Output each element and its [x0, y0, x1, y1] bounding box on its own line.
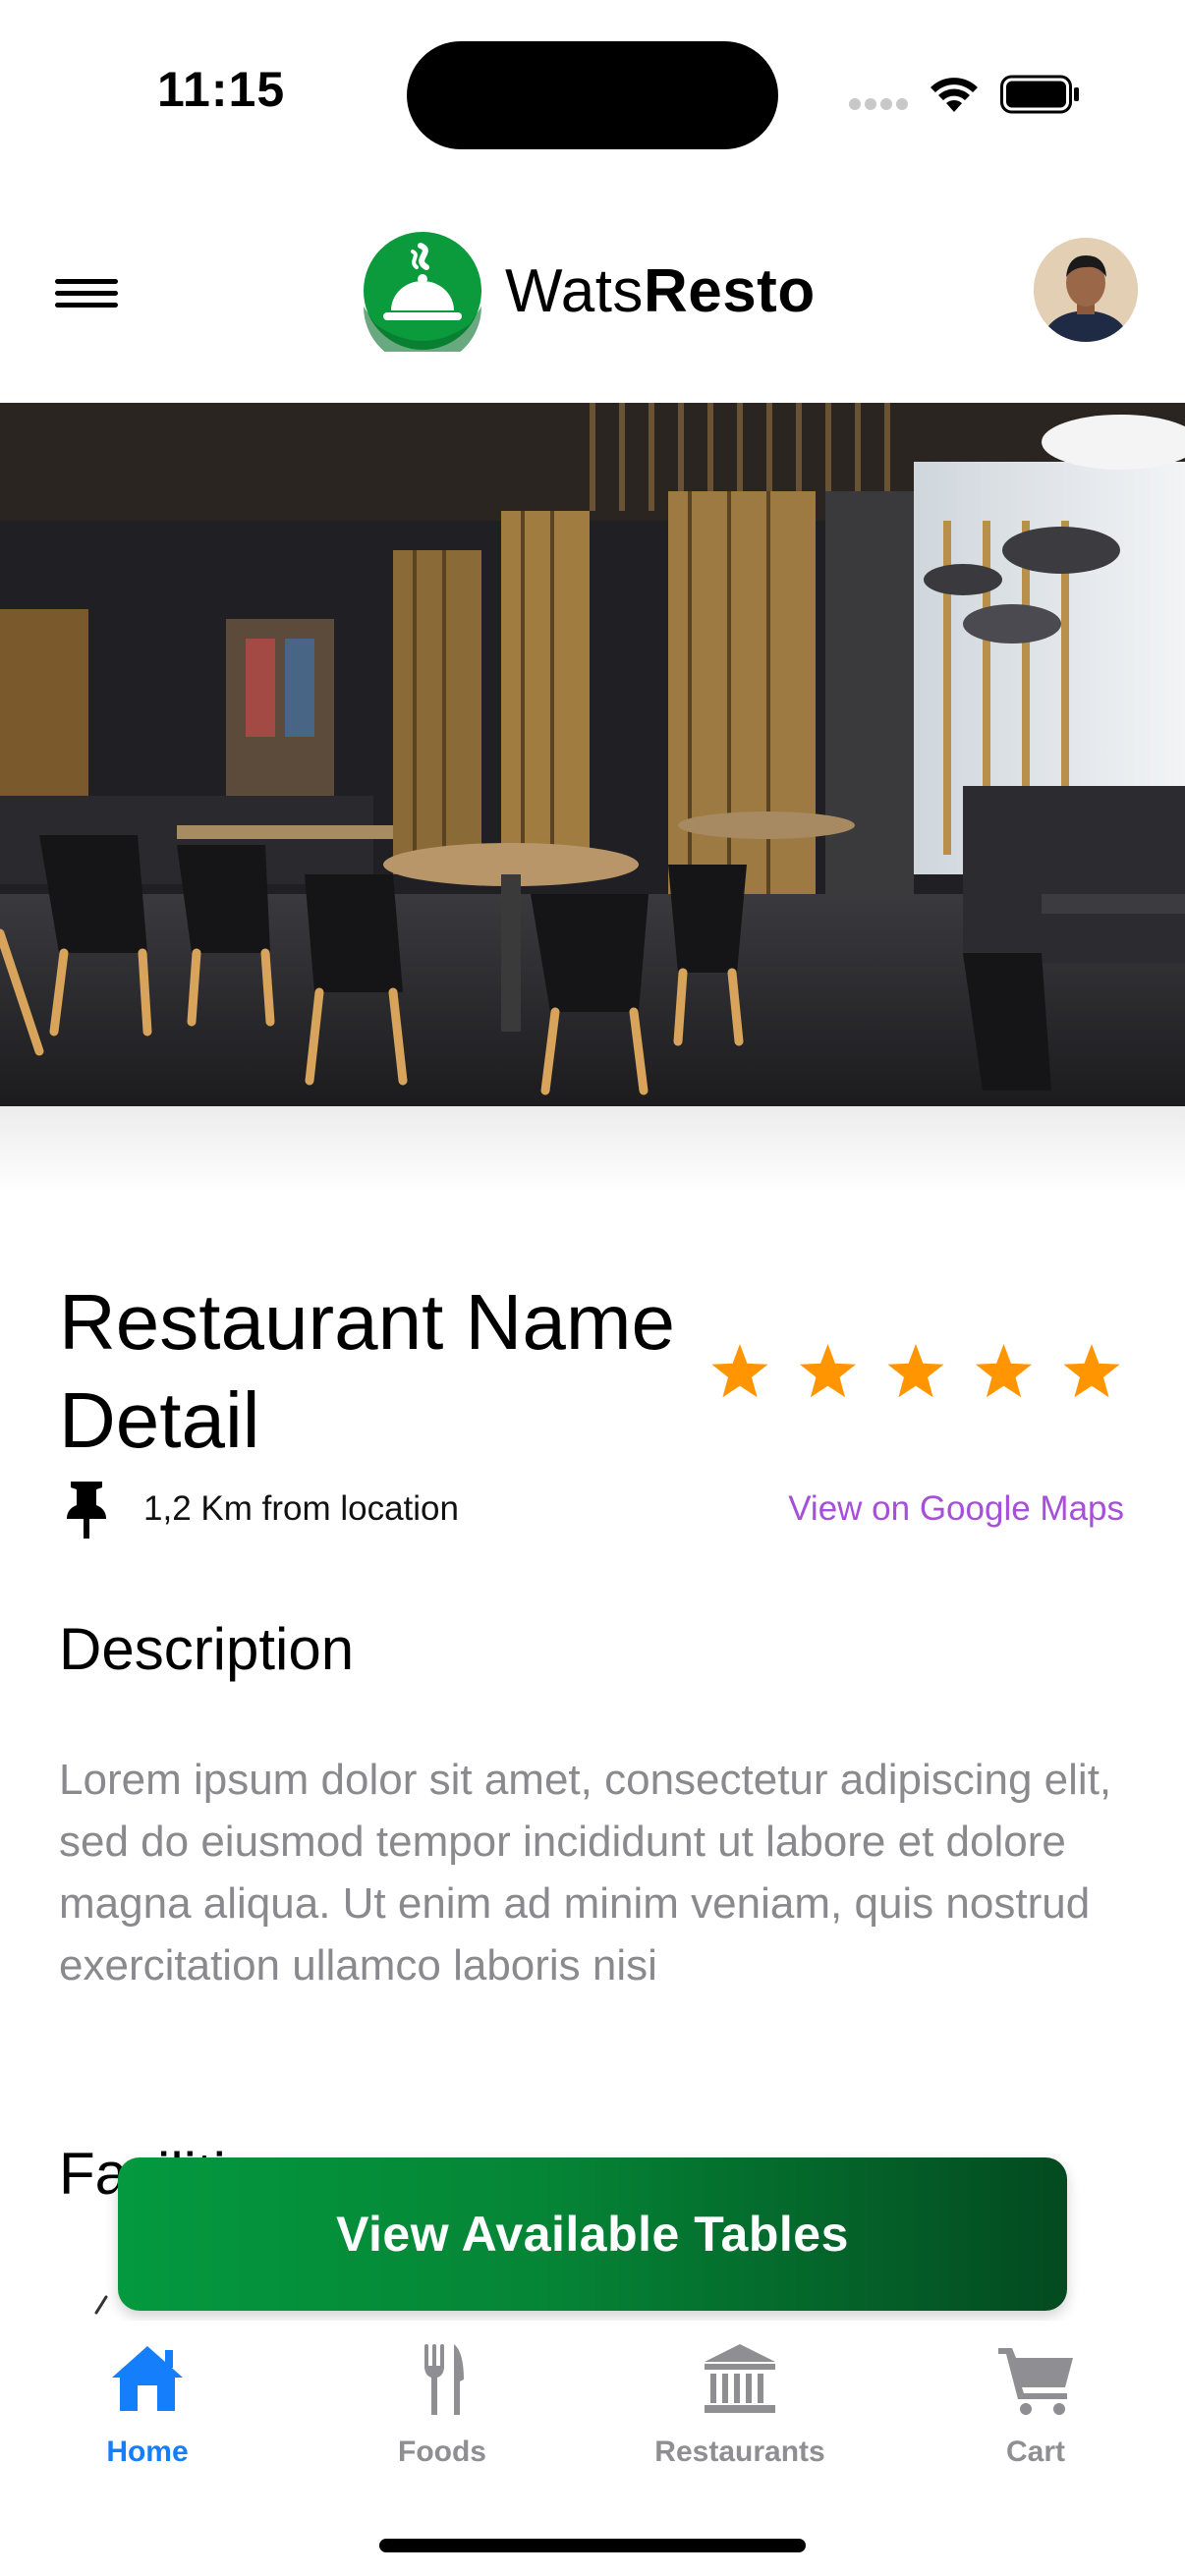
- hero-shadow: [0, 1106, 1185, 1195]
- star-icon: [711, 1344, 768, 1398]
- cellular-signal-icon: [849, 98, 908, 110]
- star-icon: [800, 1344, 856, 1398]
- description-heading: Description: [59, 1616, 355, 1682]
- brand-name: WatsResto: [505, 255, 816, 328]
- tab-restaurants[interactable]: Restaurants: [612, 2340, 868, 2488]
- app-header: WatsResto: [0, 216, 1185, 403]
- tab-foods[interactable]: Foods: [314, 2340, 570, 2488]
- restaurant-hero-image: [0, 403, 1185, 1106]
- tab-label: Restaurants: [654, 2436, 825, 2468]
- user-avatar-icon: [1034, 238, 1138, 342]
- tab-cart[interactable]: Cart: [908, 2340, 1163, 2488]
- dynamic-island: [407, 41, 778, 149]
- fork-knife-icon: [424, 2344, 464, 2415]
- status-time: 11:15: [157, 62, 286, 117]
- tab-label: Cart: [1005, 2436, 1065, 2468]
- cloche-logo-icon: [364, 232, 481, 352]
- tab-label: Foods: [398, 2436, 486, 2468]
- star-icon: [976, 1344, 1032, 1398]
- brand-name-bold: Resto: [643, 257, 816, 325]
- star-icon: [1063, 1344, 1120, 1398]
- tab-home[interactable]: Home: [20, 2340, 275, 2488]
- distance-row: 1,2 Km from location: [63, 1478, 652, 1540]
- tab-label: Home: [106, 2436, 189, 2468]
- avatar[interactable]: [1034, 238, 1138, 342]
- rating-stars: [707, 1338, 1130, 1407]
- house-icon: [112, 2346, 183, 2411]
- bottom-tab-bar: Home Foods Restaurants Cart: [0, 2321, 1185, 2517]
- battery-icon: [1000, 75, 1079, 114]
- building-columns-icon: [705, 2344, 775, 2413]
- view-available-tables-button[interactable]: View Available Tables: [118, 2157, 1067, 2311]
- restaurant-name: Restaurant Name Detail: [59, 1278, 675, 1464]
- status-bar: 11:15: [0, 0, 1185, 187]
- rating-stars-svg: [711, 1344, 1120, 1398]
- brand-name-regular: Wats: [505, 257, 644, 325]
- home-indicator: [379, 2539, 806, 2552]
- cart-icon: [998, 2348, 1073, 2415]
- view-on-google-maps-link[interactable]: View on Google Maps: [788, 1489, 1124, 1529]
- wifi-icon: [931, 78, 978, 112]
- restaurant-interior-illustration: [0, 403, 1185, 1106]
- distance-text: 1,2 Km from location: [143, 1489, 459, 1528]
- facility-item-icon: [94, 2295, 108, 2315]
- pushpin-icon: [67, 1482, 106, 1539]
- description-text: Lorem ipsum dolor sit amet, consectetur …: [59, 1756, 1112, 1989]
- hamburger-menu-icon[interactable]: [55, 271, 118, 310]
- star-icon: [887, 1344, 944, 1398]
